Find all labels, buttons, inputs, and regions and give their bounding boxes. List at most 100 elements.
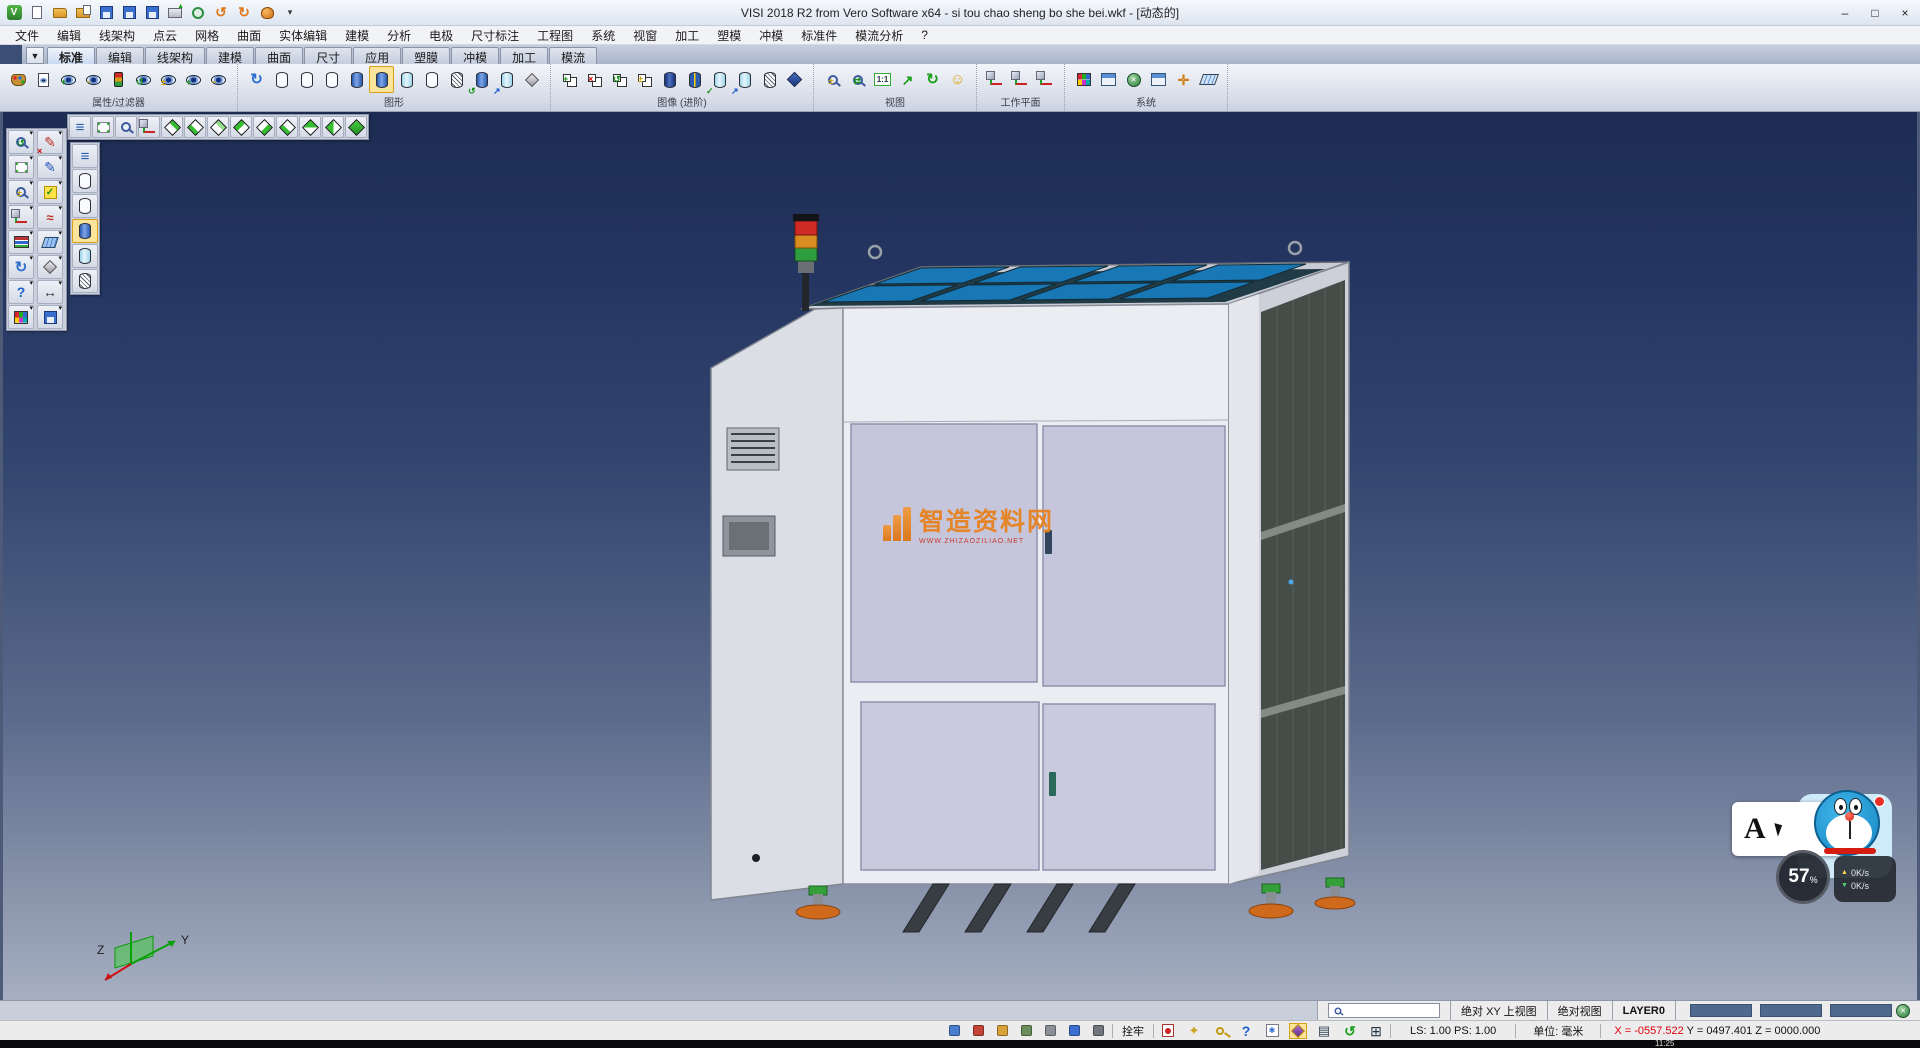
tab-5[interactable]: 曲面 bbox=[255, 47, 303, 64]
save-as-icon[interactable] bbox=[119, 4, 139, 22]
render-hatched-icon[interactable] bbox=[444, 66, 469, 93]
show-entities-icon[interactable] bbox=[56, 66, 81, 93]
advanced-filter-icon[interactable] bbox=[582, 66, 607, 93]
select-options-icon[interactable]: ✛ bbox=[1171, 66, 1196, 93]
lock-label[interactable]: 拴牢 bbox=[1118, 1023, 1148, 1039]
menu-item-16[interactable]: 塑模 bbox=[708, 26, 750, 45]
zoom-in-out-icon[interactable] bbox=[820, 66, 845, 93]
help-status-icon[interactable]: ? bbox=[1237, 1023, 1255, 1039]
attribute-filter-icon[interactable] bbox=[31, 66, 56, 93]
tab-11[interactable]: 模流 bbox=[549, 47, 597, 64]
table-settings-icon[interactable] bbox=[1146, 66, 1171, 93]
search-input[interactable] bbox=[1347, 1005, 1427, 1016]
view-mode-indicator[interactable]: 绝对 XY 上视图 bbox=[1450, 1001, 1547, 1020]
menu-item-9[interactable]: 分析 bbox=[378, 26, 420, 45]
new-file-icon[interactable] bbox=[27, 4, 47, 22]
render-settings-icon[interactable] bbox=[519, 66, 544, 93]
units-indicator[interactable]: 单位: 毫米 bbox=[1521, 1023, 1595, 1039]
regen-graphics-icon[interactable]: ↻ bbox=[244, 66, 269, 93]
menu-item-11[interactable]: 尺寸标注 bbox=[462, 26, 528, 45]
toggle-visibility-icon[interactable] bbox=[156, 66, 181, 93]
render-hidden-line-icon[interactable] bbox=[294, 66, 319, 93]
layer-window-icon[interactable] bbox=[1096, 66, 1121, 93]
insert-file-icon[interactable] bbox=[73, 4, 93, 22]
pan-view-icon[interactable]: ↗ bbox=[895, 66, 920, 93]
status-icon-7[interactable] bbox=[1089, 1023, 1107, 1039]
render-outline-icon[interactable] bbox=[419, 66, 444, 93]
filter-traffic-light-icon[interactable] bbox=[106, 66, 131, 93]
view-face-icon[interactable]: ☺ bbox=[945, 66, 970, 93]
advanced-refresh-icon[interactable] bbox=[607, 66, 632, 93]
tab-9[interactable]: 冲模 bbox=[451, 47, 499, 64]
rotate-icon[interactable]: ↺ bbox=[1341, 1023, 1359, 1039]
workplane-edit-icon[interactable] bbox=[1008, 66, 1033, 93]
zoom-dynamic-icon[interactable] bbox=[845, 66, 870, 93]
menu-item-17[interactable]: 冲模 bbox=[750, 26, 792, 45]
save-all-icon[interactable] bbox=[142, 4, 162, 22]
advanced-validate-icon[interactable] bbox=[707, 66, 732, 93]
key-icon[interactable] bbox=[1211, 1023, 1229, 1039]
advanced-striped-icon[interactable] bbox=[682, 66, 707, 93]
tab-4[interactable]: 建模 bbox=[206, 47, 254, 64]
tab-caret-button[interactable]: ▼ bbox=[26, 47, 44, 64]
workplane-align-icon[interactable] bbox=[1033, 66, 1058, 93]
render-wireframe-icon[interactable] bbox=[269, 66, 294, 93]
grid-window-icon[interactable]: ⊞ bbox=[1367, 1023, 1385, 1039]
assistant-icon[interactable] bbox=[257, 4, 277, 22]
list-icon[interactable]: ▤ bbox=[1315, 1023, 1333, 1039]
status-icon-2[interactable] bbox=[969, 1023, 987, 1039]
redraw-view-icon[interactable]: ↻ bbox=[920, 66, 945, 93]
system-settings-icon[interactable] bbox=[1121, 66, 1146, 93]
freeze-box-icon[interactable]: ✱ bbox=[1263, 1023, 1281, 1039]
status-segment-2[interactable] bbox=[1760, 1004, 1822, 1017]
render-translucent-icon[interactable] bbox=[394, 66, 419, 93]
globe-icon[interactable] bbox=[1896, 1004, 1910, 1018]
workbox-icon[interactable] bbox=[1289, 1023, 1307, 1039]
machine-3d-model[interactable]: Z Y bbox=[3, 112, 1920, 1000]
minimize-button[interactable]: – bbox=[1830, 2, 1860, 24]
render-hidden-dashed-icon[interactable] bbox=[319, 66, 344, 93]
quickbar-caret-icon[interactable]: ▾ bbox=[280, 4, 300, 22]
search-box[interactable] bbox=[1328, 1003, 1440, 1018]
attributes-palette-icon[interactable] bbox=[6, 66, 31, 93]
menu-item-4[interactable]: 点云 bbox=[144, 26, 186, 45]
ls-ps-indicator[interactable]: LS: 1.00 PS: 1.00 bbox=[1396, 1025, 1510, 1037]
menu-item-3[interactable]: 线架构 bbox=[90, 26, 144, 45]
tab-8[interactable]: 塑膜 bbox=[402, 47, 450, 64]
desktop-overlay-widget[interactable]: A 57 % 0K/s 0K/s bbox=[1728, 788, 1903, 923]
status-icon-3[interactable] bbox=[993, 1023, 1011, 1039]
advanced-add-icon[interactable] bbox=[557, 66, 582, 93]
tab-3[interactable]: 线架构 bbox=[145, 47, 205, 64]
status-icon-6[interactable] bbox=[1065, 1023, 1083, 1039]
redo-icon[interactable]: ↻ bbox=[234, 4, 254, 22]
status-segment-1[interactable] bbox=[1690, 1004, 1752, 1017]
menu-item-15[interactable]: 加工 bbox=[666, 26, 708, 45]
menu-item-19[interactable]: 模流分析 bbox=[846, 26, 912, 45]
menu-item-1[interactable]: 文件 bbox=[6, 26, 48, 45]
menu-item-18[interactable]: 标准件 bbox=[792, 26, 846, 45]
refresh-visibility-icon[interactable] bbox=[131, 66, 156, 93]
hide-entities-icon[interactable] bbox=[81, 66, 106, 93]
tab-7[interactable]: 应用 bbox=[353, 47, 401, 64]
render-shaded-edges-icon[interactable] bbox=[369, 66, 394, 93]
show-all-icon[interactable] bbox=[181, 66, 206, 93]
tab-10[interactable]: 加工 bbox=[500, 47, 548, 64]
magic-wand-icon[interactable]: ✦ bbox=[1185, 1023, 1203, 1039]
workplane-axes-icon[interactable] bbox=[983, 66, 1008, 93]
3d-viewport[interactable]: ≡ ✎✎✓≈↻?↔ ≡ bbox=[0, 112, 1920, 1000]
menu-item-7[interactable]: 实体编辑 bbox=[270, 26, 336, 45]
advanced-box-icon[interactable] bbox=[732, 66, 757, 93]
status-segment-3[interactable] bbox=[1830, 1004, 1892, 1017]
color-table-icon[interactable] bbox=[1071, 66, 1096, 93]
tab-6[interactable]: 尺寸 bbox=[304, 47, 352, 64]
undo-icon[interactable]: ↺ bbox=[211, 4, 231, 22]
advanced-toggle-icon[interactable] bbox=[632, 66, 657, 93]
render-shaded-icon[interactable] bbox=[344, 66, 369, 93]
maximize-button[interactable]: □ bbox=[1860, 2, 1890, 24]
advanced-hatched-icon[interactable] bbox=[757, 66, 782, 93]
tab-1[interactable]: 标准 bbox=[47, 47, 95, 64]
tab-2[interactable]: 编辑 bbox=[96, 47, 144, 64]
menu-item-8[interactable]: 建模 bbox=[336, 26, 378, 45]
panel-toggle-square[interactable] bbox=[0, 45, 22, 64]
advanced-shaded-icon[interactable] bbox=[657, 66, 682, 93]
